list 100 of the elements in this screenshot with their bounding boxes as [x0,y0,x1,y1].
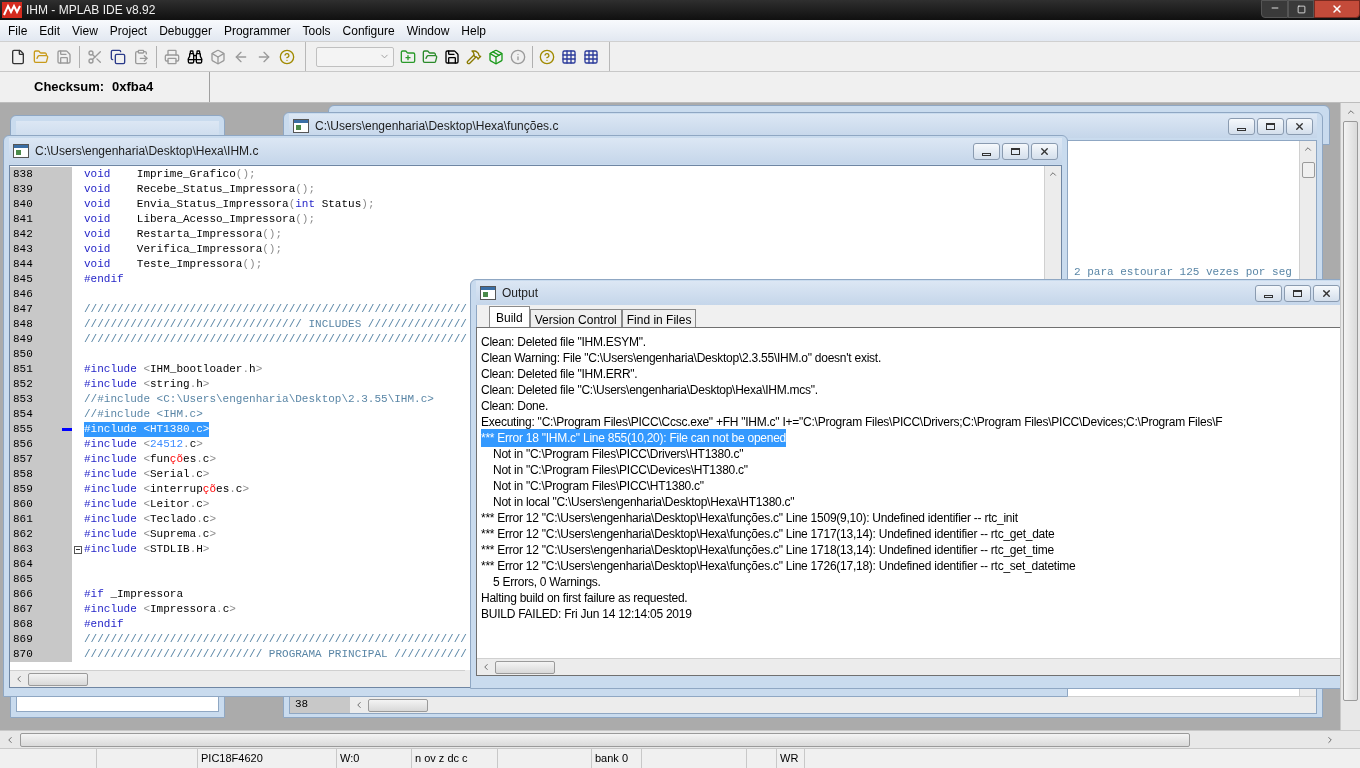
tab[interactable]: Version Control [529,309,622,327]
scrollbar-thumb[interactable] [1301,162,1315,178]
package-icon[interactable] [488,48,504,65]
line-number: 858 [12,467,34,483]
menu-item[interactable]: View [66,21,104,40]
menu-item[interactable]: Configure [336,21,401,40]
new-project-icon[interactable] [400,48,416,65]
status-text: n ov z dc c [415,751,468,767]
menu-item[interactable]: Window [400,21,456,40]
status-text: W:0 [340,751,360,767]
menu-item[interactable]: Programmer [217,21,297,40]
output-line: Clean: Deleted file "IHM.ERR". [481,366,638,383]
grid-icon[interactable] [583,48,599,65]
line-number: 859 [12,482,34,498]
close-button[interactable] [1286,117,1313,135]
horizontal-scrollbar[interactable] [350,696,1316,713]
line-number: 851 [12,362,34,378]
scroll-up-icon[interactable] [1048,169,1058,179]
tab[interactable]: Build [489,306,530,327]
menu-item[interactable]: Edit [33,21,67,40]
fold-toggle[interactable] [74,545,82,554]
scrollbar-thumb[interactable] [1343,121,1358,701]
output-line: BUILD FAILED: Fri Jun 14 12:14:05 2019 [481,606,692,623]
line-number: 842 [12,227,34,243]
output-line: Not in "C:\Program Files\PICC\Drivers\HT1380.c" [492,446,744,463]
scrollbar-thumb[interactable] [28,672,88,686]
scrollbar-thumb[interactable] [495,660,555,674]
copy-icon[interactable] [110,48,126,65]
info-icon[interactable] [510,48,526,65]
help-icon[interactable] [279,48,295,65]
close-button[interactable] [1314,0,1360,18]
line-number: 847 [12,302,34,318]
window-icon [13,144,29,158]
line-number: 867 [12,602,34,618]
maximize-button[interactable] [1002,142,1029,160]
folder-icon[interactable] [33,48,49,65]
dropdown[interactable] [316,46,394,67]
scroll-right-icon[interactable] [1325,734,1335,745]
menu-item[interactable]: Project [103,21,154,40]
new-file-icon[interactable] [10,48,26,65]
menu-item[interactable]: Help [455,21,492,40]
horizontal-scrollbar[interactable] [477,658,1340,675]
help-icon[interactable] [539,48,555,65]
build-icon[interactable] [466,48,482,65]
line-number: 855 [12,422,34,438]
line-number: 856 [12,437,34,453]
scroll-left-icon[interactable] [14,674,24,684]
find-icon[interactable] [187,48,203,65]
close-button[interactable] [1031,142,1058,160]
close-button[interactable] [1313,284,1340,302]
maximize-button[interactable] [1284,284,1311,302]
menu-item[interactable]: Tools [296,21,337,40]
output-line: Clean: Done. [481,398,549,415]
line-number: 849 [12,332,34,348]
horizontal-scrollbar[interactable] [0,730,1360,748]
checksum-value: 0xfba4 [112,78,154,97]
menu-item[interactable]: File [2,21,34,40]
print-icon[interactable] [164,48,180,65]
line-number: 853 [12,392,34,408]
minimize-button[interactable] [973,142,1000,160]
minimize-icon [1264,294,1273,298]
status-text: bank 0 [595,751,629,767]
maximize-button[interactable] [1257,117,1284,135]
horizontal-scrollbar[interactable] [10,670,465,687]
paste-icon[interactable] [133,48,149,65]
line-number: 843 [12,242,34,258]
maximize-icon [1266,122,1275,130]
line-number: 839 [12,182,34,198]
minimize-button[interactable] [1255,284,1282,302]
box-icon[interactable] [210,48,226,65]
tab[interactable]: Find in Files [621,309,697,327]
scrollbar-thumb[interactable] [20,732,1190,747]
window-title: IHM - MPLAB IDE v8.92 [26,2,156,19]
window-title: C:\Users\engenharia\Desktop\Hexa\IHM.c [35,143,259,160]
scroll-up-icon[interactable] [1345,107,1356,117]
minimize-icon [1237,127,1246,131]
scroll-left-icon[interactable] [354,700,364,710]
line-number: 857 [12,452,34,468]
output-line: 5 Errors, 0 Warnings. [492,574,601,591]
cut-icon[interactable] [87,48,103,65]
vertical-scrollbar[interactable] [1340,103,1360,730]
line-number: 841 [12,212,34,228]
line-number: 838 [12,167,34,183]
minimize-button[interactable] [1228,117,1255,135]
scroll-left-icon[interactable] [5,734,15,745]
output-line: *** Error 12 "C:\Users\engenharia\Desktop\Hexa\funções.c" Line 1509(9,10): Undefined identifier -- rtc_init [481,510,1018,527]
line-number: 870 [12,647,34,663]
line-number: 840 [12,197,34,213]
line-number: 38 [295,697,309,713]
line-number: 862 [12,527,34,543]
menu-item[interactable]: Debugger [153,21,218,40]
scrollbar-thumb[interactable] [368,698,428,712]
app-logo [2,2,22,18]
open-project-icon[interactable] [422,48,438,65]
save-project-icon[interactable] [444,48,460,65]
line-number: 854 [12,407,34,423]
save-icon[interactable] [56,48,72,65]
scroll-up-icon[interactable] [1303,144,1313,154]
scroll-left-icon[interactable] [481,662,491,672]
grid-icon[interactable] [561,48,577,65]
